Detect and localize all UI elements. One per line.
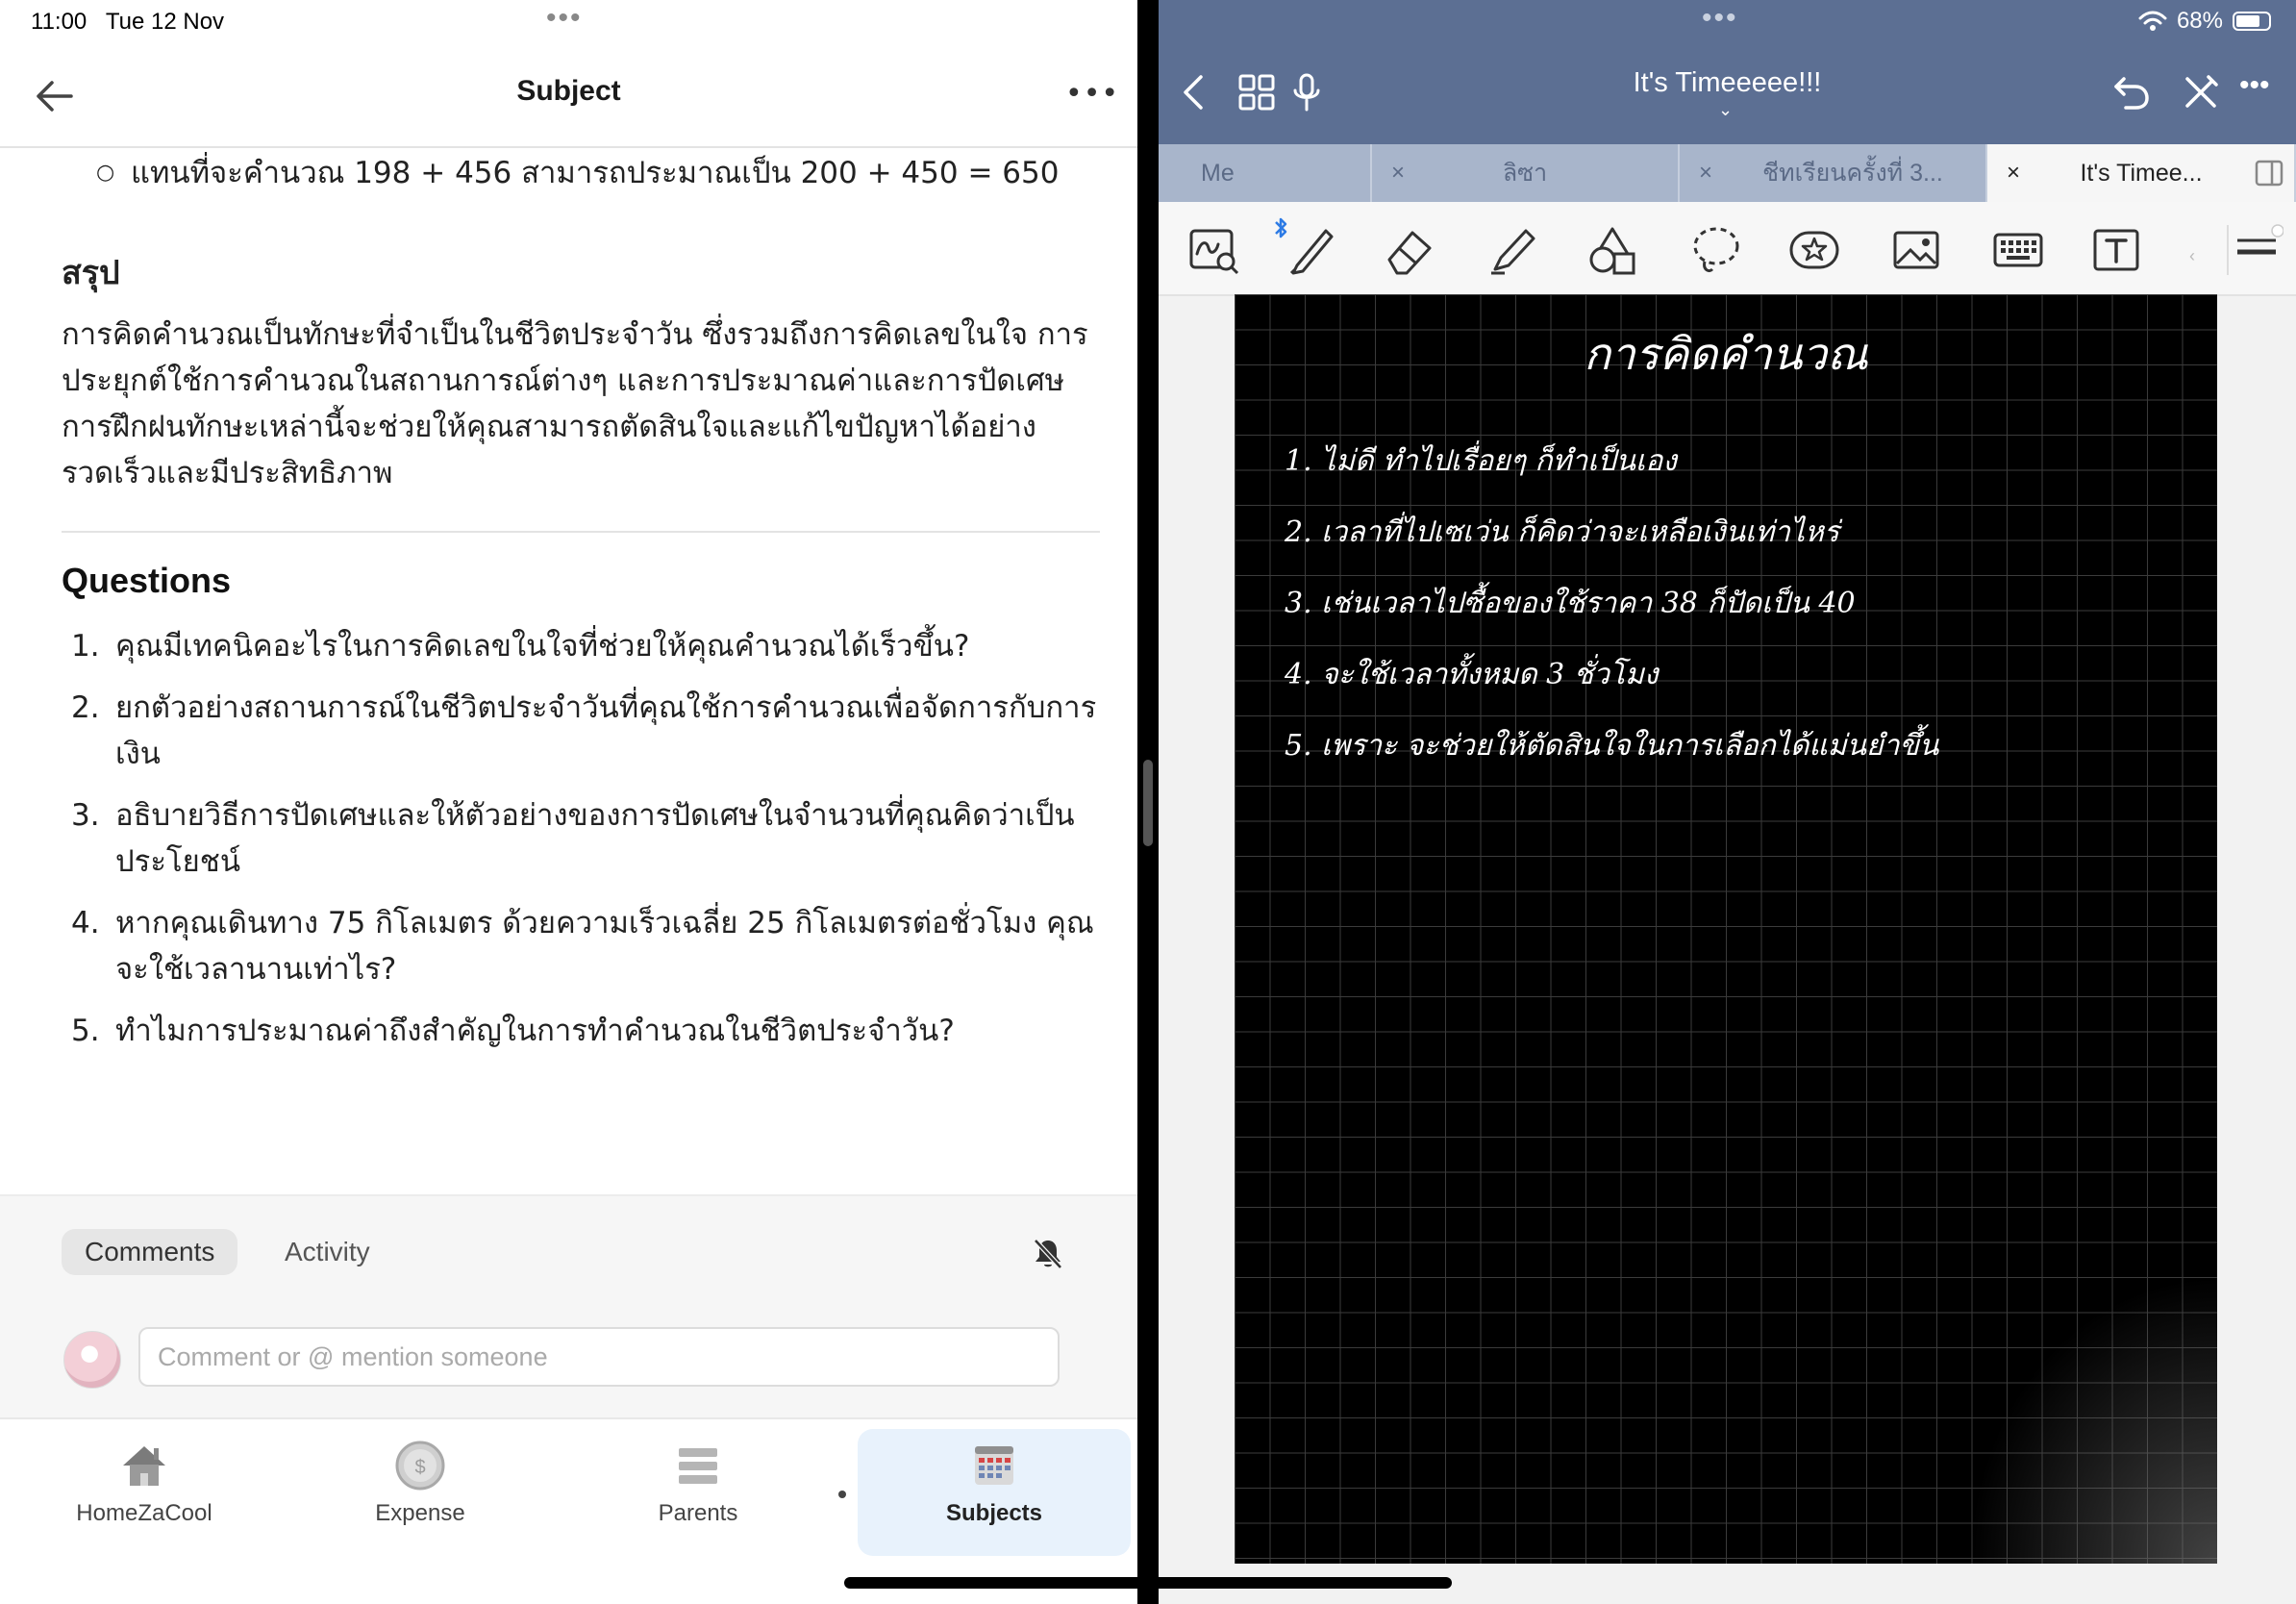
split-view-handle[interactable] bbox=[1143, 760, 1153, 846]
note-line: 5. เพราะ จะช่วยให้ตัดสินใจในการเลือกได้แ… bbox=[1285, 729, 1939, 763]
more-options-icon[interactable]: ••• bbox=[1065, 77, 1119, 111]
note-line: 2. เวลาที่ไปเซเว่น ก็คิดว่าจะเหลือเงินเท… bbox=[1285, 515, 1839, 549]
note-title: การคิดคำนวณ bbox=[1584, 328, 1868, 380]
lasso-icon[interactable] bbox=[1689, 223, 1743, 277]
home-indicator[interactable] bbox=[844, 1577, 1452, 1589]
comments-section: Comments Activity Comment or @ mention s… bbox=[0, 1194, 1137, 1419]
notebook-navbar: ••• 68% It's Timeeeee!!! ⌄ ••• bbox=[1159, 0, 2296, 144]
question-item: 5. ทำไมการประมาณค่าถึงสำคัญในการทำคำนวณใน… bbox=[71, 1014, 955, 1048]
summary-heading: สรุป bbox=[62, 254, 120, 292]
tab-lisa[interactable]: × ลิซา bbox=[1372, 144, 1680, 202]
tab-expense[interactable]: $ Expense bbox=[314, 1439, 526, 1527]
divider bbox=[62, 531, 1100, 533]
pen-off-icon[interactable] bbox=[2180, 71, 2222, 113]
tab-homezacool[interactable]: HomeZaCool bbox=[38, 1439, 250, 1527]
page-dot bbox=[838, 1491, 846, 1498]
list-icon bbox=[679, 1448, 717, 1484]
question-item: 3. อธิบายวิธีการปัดเศษและให้ตัวอย่างของกา… bbox=[71, 798, 1075, 879]
right-pane: ••• 68% It's Timeeeee!!! ⌄ ••• Me × ลิซา… bbox=[1159, 0, 2296, 1604]
stroke-width-icon[interactable] bbox=[2226, 223, 2284, 277]
chevron-left-icon[interactable]: ‹ bbox=[2189, 246, 2195, 266]
notification-off-icon[interactable] bbox=[1031, 1237, 1065, 1271]
page-title: Subject bbox=[516, 75, 621, 107]
tab-sheet[interactable]: × ชีทเรียนครั้งที่ 3... bbox=[1680, 144, 1987, 202]
status-bar-right: 68% bbox=[2138, 8, 2271, 35]
tab-parents[interactable]: Parents bbox=[592, 1439, 804, 1527]
list-item: ○ แทนที่จะคำนวณ 198 + 456 สามารถประมาณเป… bbox=[96, 150, 1059, 196]
svg-text:$: $ bbox=[414, 1457, 425, 1478]
note-line: 3. เช่นเวลาไปซื้อของใช้ราคา 38 ก็ปัดเป็น… bbox=[1285, 587, 1856, 620]
question-item: 1. คุณมีเทคนิคอะไรในการคิดเลขในใจที่ช่วยใ… bbox=[71, 629, 970, 664]
coin-icon: $ bbox=[395, 1441, 445, 1491]
split-view-icon[interactable] bbox=[2255, 160, 2284, 187]
multitask-dots-icon[interactable]: ••• bbox=[1702, 2, 1738, 35]
wifi-icon bbox=[2138, 11, 2167, 31]
close-icon[interactable]: × bbox=[2007, 144, 2020, 202]
split-view-divider[interactable] bbox=[1137, 0, 1159, 1604]
tab-subjects[interactable]: Subjects bbox=[858, 1429, 1131, 1556]
note-line: 1. ไม่ดี ทำไปเรื่อยๆ ก็ทำเป็นเอง bbox=[1285, 444, 1677, 478]
eraser-icon[interactable] bbox=[1384, 223, 1437, 277]
status-time-date: 11:00 Tue 12 Nov bbox=[31, 9, 225, 35]
bullet-icon: ○ bbox=[96, 161, 115, 185]
more-options-icon[interactable]: ••• bbox=[2239, 69, 2282, 112]
tab-its-timee[interactable]: × It's Timee... bbox=[1987, 144, 2296, 202]
question-item: 2. ยกตัวอย่างสถานการณ์ในชีวิตประจำวันที่ค… bbox=[71, 690, 1097, 771]
multitask-dots-icon[interactable]: ••• bbox=[546, 2, 583, 35]
drawing-toolbar: ‹ bbox=[1159, 202, 2296, 296]
subject-header: Subject ••• bbox=[0, 58, 1137, 148]
sticker-icon[interactable] bbox=[1787, 223, 1841, 277]
tab-me[interactable]: Me bbox=[1159, 144, 1372, 202]
comment-input[interactable]: Comment or @ mention someone bbox=[138, 1327, 1060, 1387]
text-box-icon[interactable] bbox=[2089, 223, 2143, 277]
pen-icon[interactable] bbox=[1284, 223, 1337, 277]
left-pane: 11:00 Tue 12 Nov ••• Subject ••• ○ แทนที… bbox=[0, 0, 1137, 1604]
chevron-down-icon[interactable]: ⌄ bbox=[1718, 100, 1733, 120]
zoom-window-icon[interactable] bbox=[1187, 223, 1241, 277]
tab-comments[interactable]: Comments bbox=[62, 1229, 238, 1275]
calendar-icon bbox=[975, 1446, 1013, 1485]
notebook-page[interactable]: การคิดคำนวณ 1. ไม่ดี ทำไปเรื่อยๆ ก็ทำเป็… bbox=[1235, 294, 2217, 1564]
tab-activity[interactable]: Activity bbox=[285, 1237, 370, 1267]
questions-list: 1. คุณมีเทคนิคอะไรในการคิดเลขในใจที่ช่วยใ… bbox=[62, 623, 1119, 1069]
question-item: 4. หากคุณเดินทาง 75 กิโลเมตร ด้วยความเร็ว… bbox=[71, 906, 1094, 987]
highlighter-icon[interactable] bbox=[1485, 223, 1539, 277]
questions-heading: Questions bbox=[62, 561, 232, 600]
shapes-icon[interactable] bbox=[1585, 223, 1639, 277]
image-icon[interactable] bbox=[1889, 223, 1943, 277]
close-icon[interactable]: × bbox=[1699, 144, 1712, 202]
notebook-tabs: Me × ลิซา × ชีทเรียนครั้งที่ 3... × It's… bbox=[1159, 144, 2296, 202]
avatar bbox=[63, 1331, 121, 1389]
home-icon bbox=[123, 1446, 165, 1486]
note-line: 4. จะใช้เวลาทั้งหมด 3 ชั่วโมง bbox=[1285, 658, 1659, 691]
battery-icon bbox=[2233, 12, 2271, 31]
summary-paragraph: การคิดคำนวณเป็นทักษะที่จำเป็นในชีวิตประจ… bbox=[62, 317, 1088, 490]
undo-icon[interactable] bbox=[2110, 71, 2153, 113]
status-bar: 11:00 Tue 12 Nov ••• bbox=[0, 0, 1137, 44]
bottom-tab-bar: HomeZaCool $ Expense Parents Subjects bbox=[0, 1417, 1137, 1604]
paper-glow bbox=[1967, 1275, 2217, 1564]
battery-percent: 68% bbox=[2176, 8, 2223, 34]
keyboard-icon[interactable] bbox=[1991, 223, 2045, 277]
